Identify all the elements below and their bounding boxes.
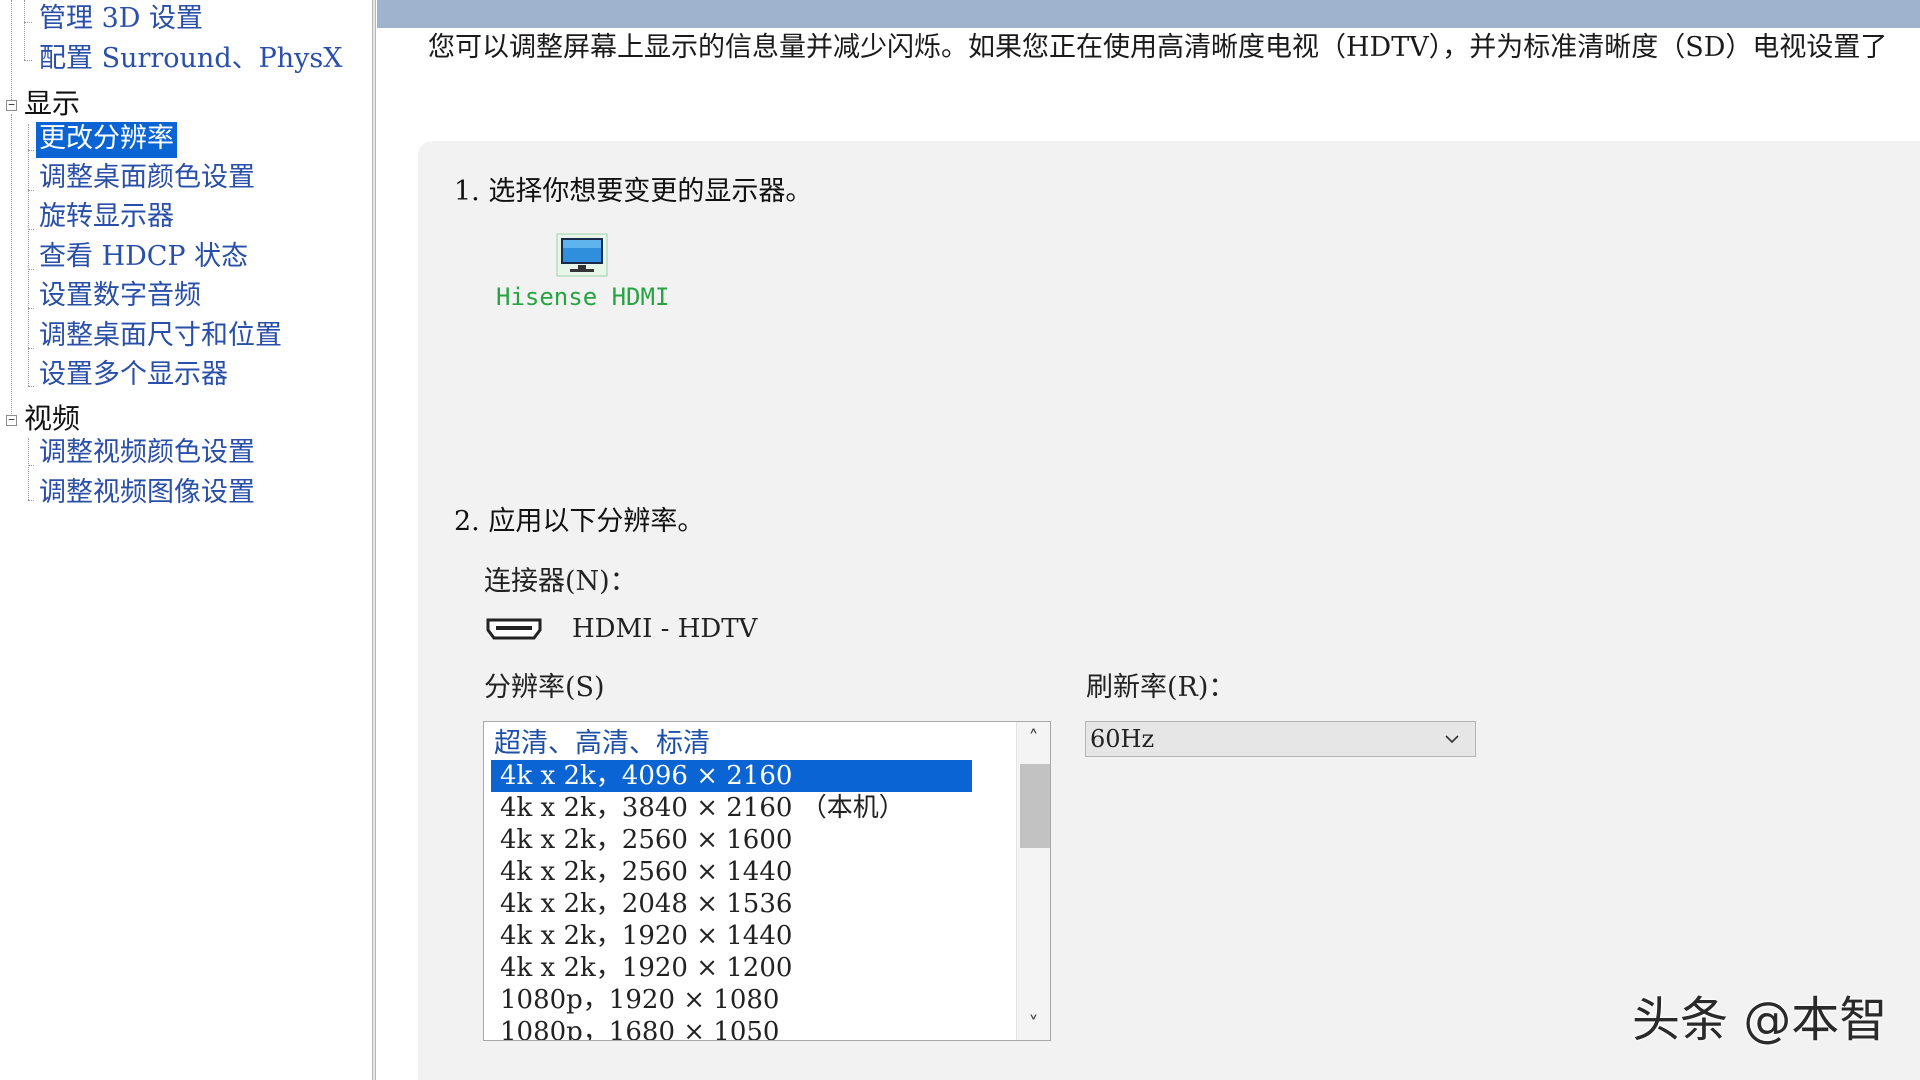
tree-item-adjust-desktop-size[interactable]: 调整桌面尺寸和位置 xyxy=(36,319,285,355)
tree-connector xyxy=(28,229,34,230)
tree-item-adjust-video-image[interactable]: 调整视频图像设置 xyxy=(36,476,258,512)
connector-label: 连接器(N)： xyxy=(484,566,637,597)
splitter-handle[interactable] xyxy=(372,0,376,1080)
tree-connector xyxy=(28,190,34,191)
step1-title: 1. 选择你想要变更的显示器。 xyxy=(454,176,813,207)
tree-item-manage-3d-settings[interactable]: 管理 3D 设置 xyxy=(36,2,206,38)
resolution-option[interactable]: 1080p，1680 × 1050 xyxy=(491,1016,972,1040)
tree-connector xyxy=(24,0,25,60)
collapse-display-icon[interactable]: − xyxy=(6,99,17,111)
tree-connector xyxy=(11,114,12,422)
resolution-label: 分辨率(S) xyxy=(484,672,605,703)
tree-group-display[interactable]: 显示 xyxy=(24,87,80,121)
display-name-label[interactable]: Hisense HDMI xyxy=(496,280,669,314)
resolution-option[interactable]: 4k x 2k，1920 × 1440 xyxy=(491,920,972,952)
tree-item-set-digital-audio[interactable]: 设置数字音频 xyxy=(36,279,204,315)
tree-connector xyxy=(28,150,34,151)
resolution-option[interactable]: 4k x 2k，1920 × 1200 xyxy=(491,952,972,984)
tree-item-set-up-multiple-displays[interactable]: 设置多个显示器 xyxy=(36,358,231,394)
resolution-option[interactable]: 4k x 2k，3840 × 2160 （本机） xyxy=(491,792,972,824)
hdmi-port-icon xyxy=(486,618,542,640)
monitor-icon[interactable] xyxy=(556,233,608,277)
tree-connector xyxy=(24,22,32,23)
page-description: 您可以调整屏幕上显示的信息量并减少闪烁。如果您正在使用高清晰度电视（HDTV），… xyxy=(428,32,1888,63)
resolution-option[interactable]: 4k x 2k，2048 × 1536 xyxy=(491,888,972,920)
tree-connector xyxy=(24,60,32,61)
tree-connector xyxy=(28,124,29,386)
tree-item-configure-surround-physx[interactable]: 配置 Surround、PhysX xyxy=(36,42,346,78)
refresh-rate-value: 60Hz xyxy=(1090,725,1155,753)
tree-connector xyxy=(11,0,12,108)
navigation-tree: 管理 3D 设置 配置 Surround、PhysX − 显示 更改分辨率 调整… xyxy=(0,0,372,1080)
tree-connector xyxy=(28,438,29,500)
chevron-down-icon[interactable]: ˅ xyxy=(1017,1008,1050,1040)
resolution-option[interactable]: 1080p，1920 × 1080 xyxy=(491,984,972,1016)
tree-item-adjust-video-color[interactable]: 调整视频颜色设置 xyxy=(36,436,258,472)
refresh-rate-label: 刷新率(R)： xyxy=(1086,672,1236,703)
tree-item-rotate-display[interactable]: 旋转显示器 xyxy=(36,200,177,236)
tree-connector xyxy=(28,500,34,501)
tree-connector xyxy=(28,348,34,349)
resolution-scrollbar[interactable]: ˄ ˅ xyxy=(1016,722,1050,1040)
watermark-text: 头条 @本智 xyxy=(1632,992,1888,1048)
chevron-down-icon[interactable] xyxy=(1445,732,1459,746)
tree-group-video[interactable]: 视频 xyxy=(24,402,80,436)
scrollbar-thumb[interactable] xyxy=(1020,764,1050,848)
resolution-option[interactable]: 4k x 2k，2560 × 1600 xyxy=(491,824,972,856)
resolution-group-header: 超清、高清、标清 xyxy=(494,728,710,759)
tree-connector xyxy=(28,386,34,387)
chevron-up-icon[interactable]: ˄ xyxy=(1017,722,1050,754)
resolution-listbox[interactable]: 超清、高清、标清 4k x 2k，4096 × 2160 4k x 2k，384… xyxy=(483,721,1051,1041)
tree-connector xyxy=(28,465,34,466)
tree-item-view-hdcp-status[interactable]: 查看 HDCP 状态 xyxy=(36,240,251,276)
resolution-option[interactable]: 4k x 2k，2560 × 1440 xyxy=(491,856,972,888)
tree-connector xyxy=(28,269,34,270)
connector-value: HDMI - HDTV xyxy=(572,614,758,644)
tree-connector xyxy=(28,308,34,309)
refresh-rate-select[interactable]: 60Hz xyxy=(1085,721,1476,757)
page-header-band xyxy=(377,0,1920,28)
tree-item-adjust-desktop-color[interactable]: 调整桌面颜色设置 xyxy=(36,161,258,197)
tree-item-change-resolution[interactable]: 更改分辨率 xyxy=(36,122,177,158)
resolution-option[interactable]: 4k x 2k，4096 × 2160 xyxy=(491,760,972,792)
step2-title: 2. 应用以下分辨率。 xyxy=(454,506,705,537)
nvidia-control-panel-window: 管理 3D 设置 配置 Surround、PhysX − 显示 更改分辨率 调整… xyxy=(0,0,1920,1080)
collapse-video-icon[interactable]: − xyxy=(6,414,17,426)
